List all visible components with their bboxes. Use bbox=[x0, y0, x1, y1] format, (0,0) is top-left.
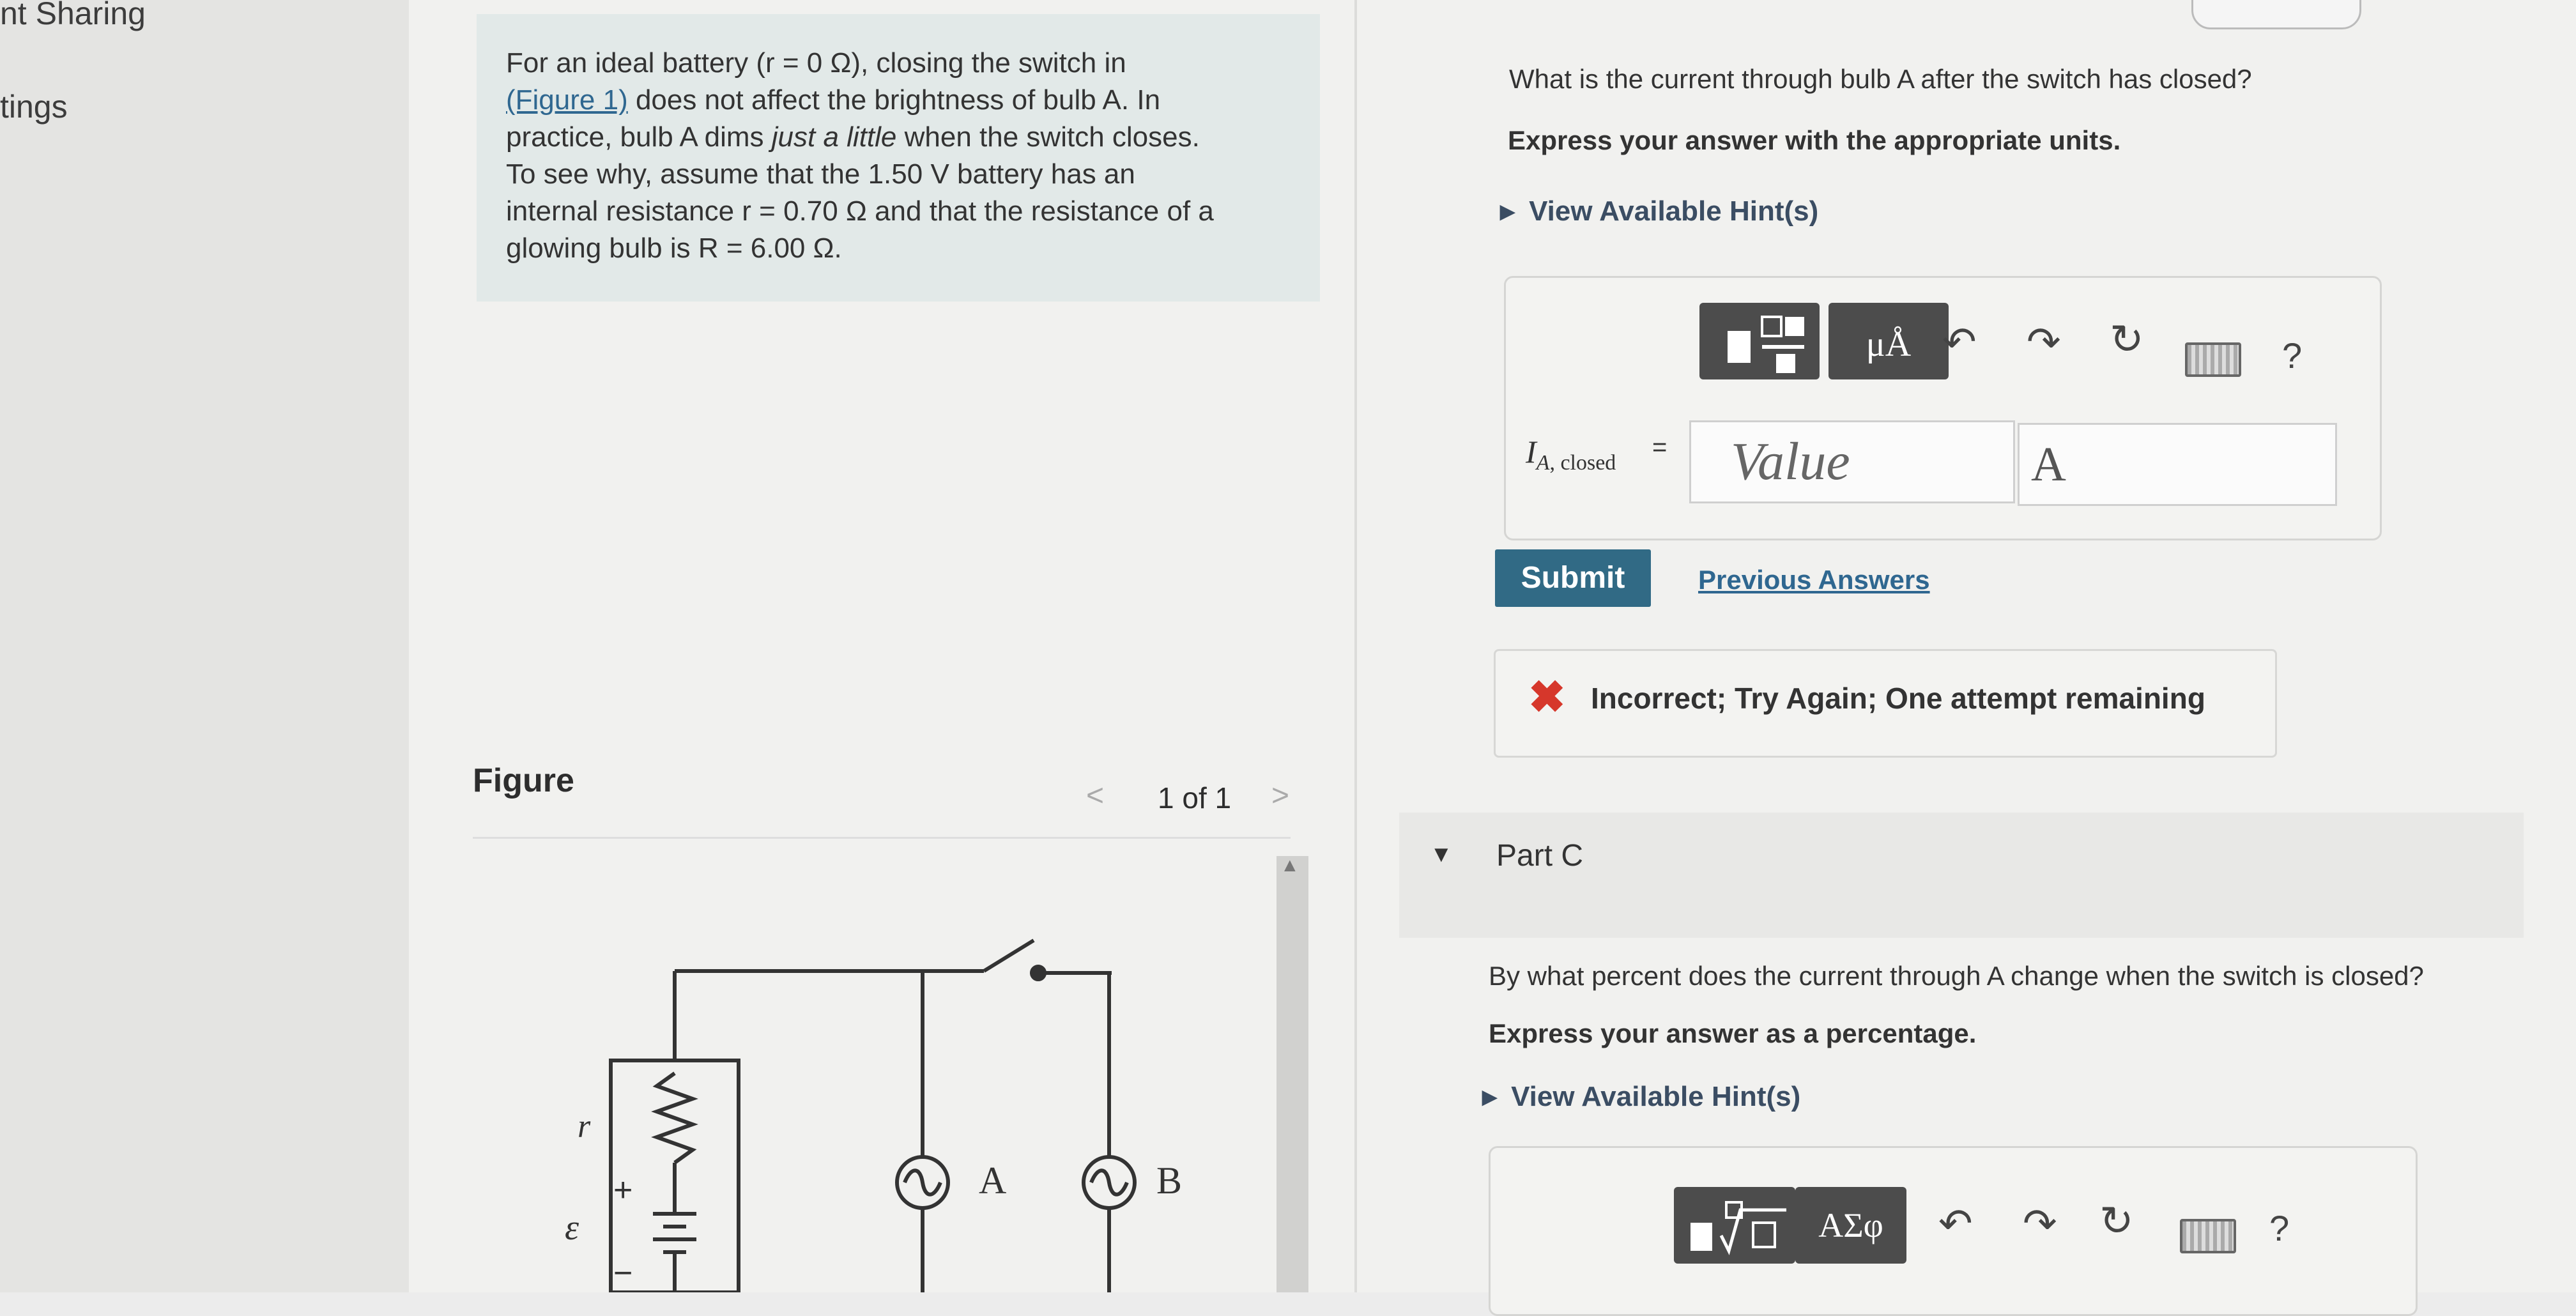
bulb-b-icon bbox=[1082, 1155, 1137, 1210]
previous-answers-link[interactable]: Previous Answers bbox=[1698, 565, 1930, 595]
caret-right-icon: ▶ bbox=[1482, 1087, 1498, 1108]
units-button[interactable]: μÅ bbox=[1828, 303, 1949, 379]
circuit-diagram: r ε + − A B bbox=[565, 938, 1182, 1292]
problem-line: internal resistance r = 0.70 Ω and that … bbox=[506, 195, 1214, 227]
submit-button[interactable]: Submit bbox=[1495, 549, 1651, 607]
part-b-hint-toggle[interactable]: ▶ View Available Hint(s) bbox=[1500, 195, 1818, 227]
problem-statement: For an ideal battery (r = 0 Ω), closing … bbox=[506, 45, 1311, 267]
part-c-instruction: Express your answer as a percentage. bbox=[1489, 1018, 1977, 1048]
error-x-icon: ✖ bbox=[1528, 672, 1566, 722]
bulb-b-label: B bbox=[1156, 1159, 1182, 1202]
equals-sign: = bbox=[1652, 433, 1667, 461]
part-c-header[interactable] bbox=[1399, 813, 2524, 938]
radical-template-icon bbox=[1690, 1201, 1786, 1255]
left-sidebar: nt Sharing tings bbox=[0, 0, 409, 1292]
reset-icon[interactable]: ↻ bbox=[2099, 1197, 2134, 1245]
plus-label: + bbox=[613, 1172, 632, 1209]
problem-line: (Figure 1) does not affect the brightnes… bbox=[506, 84, 1161, 116]
caret-down-icon[interactable]: ▼ bbox=[1430, 841, 1453, 868]
part-c-title[interactable]: Part C bbox=[1496, 838, 1583, 873]
bulb-a-icon bbox=[895, 1155, 950, 1210]
resistance-label: r bbox=[578, 1108, 591, 1145]
figure-scrollbar[interactable] bbox=[1276, 856, 1308, 1292]
part-c-question: By what percent does the current through… bbox=[1489, 961, 2424, 991]
figure-counter: 1 of 1 bbox=[1158, 781, 1232, 815]
figure-title: Figure bbox=[473, 762, 574, 799]
figure-prev-button[interactable]: < bbox=[1086, 778, 1104, 813]
minus-label: − bbox=[613, 1255, 632, 1292]
templates-radical-button[interactable] bbox=[1674, 1187, 1795, 1264]
figure-link[interactable]: (Figure 1) bbox=[506, 84, 628, 116]
help-icon[interactable]: ? bbox=[2269, 1207, 2289, 1249]
reset-icon[interactable]: ↻ bbox=[2110, 316, 2144, 363]
part-b-instruction: Express your answer with the appropriate… bbox=[1508, 125, 2121, 155]
undo-icon[interactable]: ↶ bbox=[1942, 318, 1977, 366]
figure-divider bbox=[473, 837, 1291, 839]
redo-icon[interactable]: ↷ bbox=[2023, 1200, 2057, 1248]
problem-line: glowing bulb is R = 6.00 Ω. bbox=[506, 233, 842, 264]
value-input[interactable]: Value bbox=[1689, 420, 2015, 503]
figure-next-button[interactable]: > bbox=[1271, 778, 1289, 813]
top-right-button[interactable] bbox=[2191, 0, 2361, 29]
answer-label: IA, closed bbox=[1526, 434, 1616, 475]
greek-symbols-button[interactable]: ΑΣφ bbox=[1795, 1187, 1906, 1264]
problem-line: practice, bulb A dims just a little when… bbox=[506, 121, 1200, 153]
undo-icon[interactable]: ↶ bbox=[1938, 1200, 1973, 1248]
pane-divider bbox=[1354, 0, 1357, 1292]
templates-button[interactable] bbox=[1699, 303, 1820, 379]
keyboard-icon[interactable] bbox=[2180, 1219, 2236, 1253]
keyboard-icon[interactable] bbox=[2185, 342, 2241, 377]
help-icon[interactable]: ? bbox=[2282, 335, 2302, 376]
feedback-message: Incorrect; Try Again; One attempt remain… bbox=[1591, 682, 2205, 715]
part-b-question: What is the current through bulb A after… bbox=[1509, 64, 2252, 94]
emf-label: ε bbox=[565, 1208, 579, 1248]
sidebar-item-sharing[interactable]: nt Sharing bbox=[0, 0, 146, 32]
templates-icon bbox=[1728, 316, 1804, 373]
problem-line: For an ideal battery (r = 0 Ω), closing … bbox=[506, 47, 1126, 79]
part-c-hint-toggle[interactable]: ▶ View Available Hint(s) bbox=[1482, 1081, 1800, 1113]
sidebar-item-settings[interactable]: tings bbox=[0, 88, 68, 125]
problem-line: To see why, assume that the 1.50 V batte… bbox=[506, 158, 1135, 190]
bulb-a-label: A bbox=[979, 1159, 1006, 1202]
caret-right-icon: ▶ bbox=[1500, 201, 1515, 222]
scroll-up-arrow-icon[interactable]: ▲ bbox=[1280, 855, 1300, 876]
redo-icon[interactable]: ↷ bbox=[2027, 318, 2061, 366]
unit-input[interactable]: A bbox=[2018, 423, 2337, 506]
